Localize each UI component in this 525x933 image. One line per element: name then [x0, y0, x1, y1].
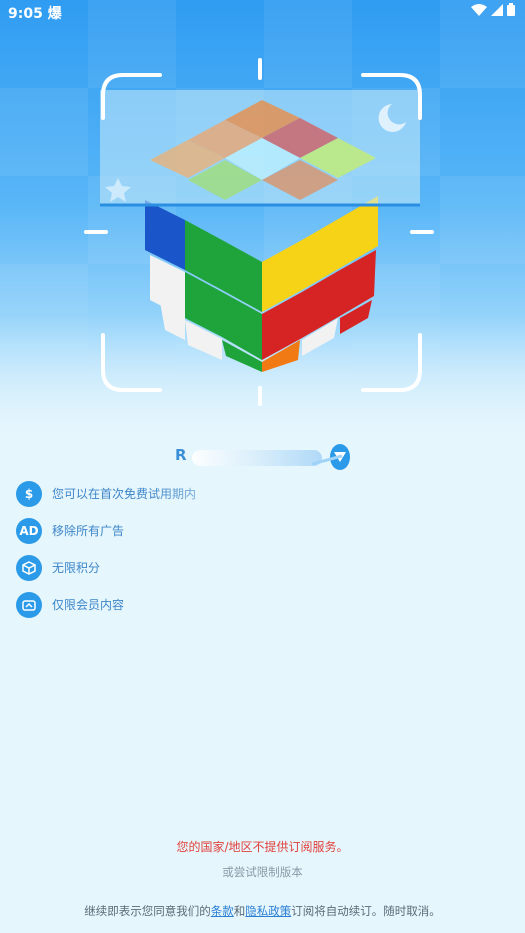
cube-points-icon: [16, 554, 42, 581]
premium-banner: R: [0, 440, 525, 474]
rubiks-cube-illustration: [84, 58, 434, 406]
feature-label: 仅限会员内容: [52, 598, 125, 612]
privacy-policy-link[interactable]: 隐私政策: [245, 904, 291, 918]
crown-icon: [16, 591, 42, 618]
dollar-icon: $: [16, 480, 42, 507]
feature-item-member-content: 仅限会员内容: [16, 586, 516, 623]
region-notice: 您的国家/地区不提供订阅服务。: [176, 840, 349, 854]
battery-icon: [507, 3, 515, 16]
try-limited-version-link[interactable]: 或尝试限制版本: [0, 864, 525, 880]
hero-banner: 9:05 爆: [0, 0, 525, 450]
terms-link[interactable]: 条款: [211, 904, 234, 918]
feature-item-remove-ads: AD 移除所有广告: [16, 512, 516, 549]
signal-icon: [491, 3, 503, 16]
banner-letter: R: [175, 446, 187, 464]
feature-item-unlimited-points: 无限积分: [16, 549, 516, 586]
status-bar: 9:05 爆: [0, 0, 525, 24]
ad-icon: AD: [16, 517, 42, 544]
banner-blur: [192, 450, 322, 466]
legal-text: 继续即表示您同意我们的条款和隐私政策订阅将自动续订。随时取消。: [84, 904, 441, 918]
text-fade-overlay: [150, 478, 270, 500]
wifi-icon: [471, 3, 487, 16]
feature-label: 无限积分: [52, 561, 101, 575]
vip-badge-icon: [312, 444, 350, 470]
status-time: 9:05 爆: [8, 6, 62, 22]
cube-right-face: [262, 196, 378, 372]
feature-label: 移除所有广告: [52, 524, 125, 538]
cube-left-face: [145, 200, 262, 372]
